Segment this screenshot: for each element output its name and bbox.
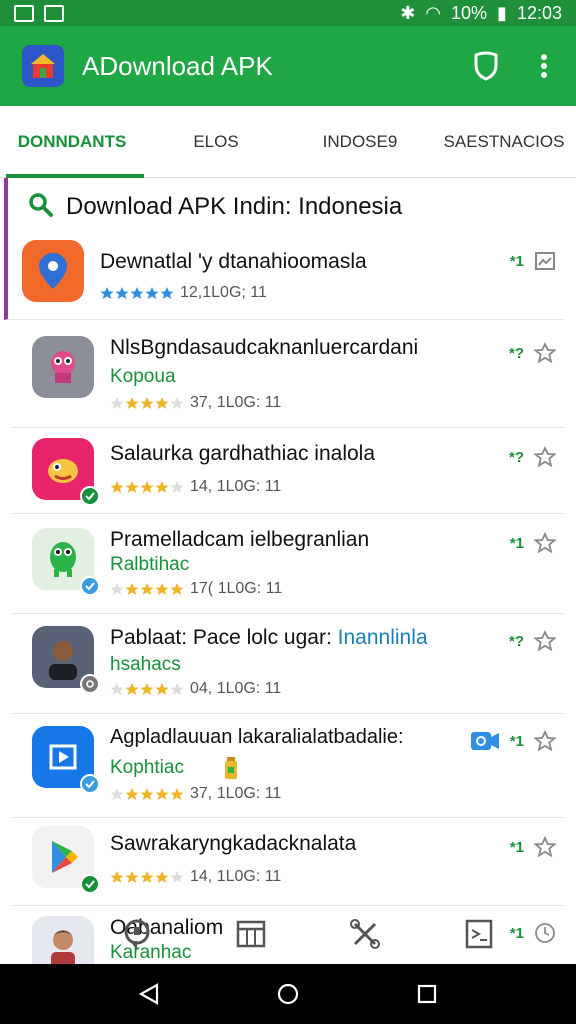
tab-indose[interactable]: INDOSE9 bbox=[288, 106, 432, 177]
app-icon-monster bbox=[32, 336, 94, 398]
star-outline-icon[interactable] bbox=[534, 342, 556, 364]
home-icon[interactable] bbox=[276, 982, 300, 1006]
app-name: Salaurka gardhathiac inalola bbox=[110, 442, 376, 465]
app-name-text: Pablaat: Pace lolc ugar: bbox=[110, 626, 332, 649]
rank-badge: *1 bbox=[509, 252, 524, 270]
list-item[interactable]: Pablaat: Pace lolc ugar: Inannlinla hsah… bbox=[12, 614, 564, 714]
status-bar: ✱ ◠ 10% ▮ 12:03 bbox=[0, 0, 576, 26]
app-thumbnail-icon[interactable] bbox=[534, 250, 556, 272]
app-name: Sawrakaryngkadacknalata bbox=[110, 832, 357, 855]
star-outline-icon[interactable] bbox=[534, 446, 556, 468]
list-item[interactable]: Dewnatlal 'y dtanahioomasla 12,1L0G; 11 … bbox=[4, 236, 564, 320]
app-icon-portrait bbox=[32, 626, 100, 694]
rank-badge: *? bbox=[509, 632, 524, 650]
app-name: Pramelladcam ielbegranlian bbox=[110, 528, 370, 551]
tab-downloads[interactable]: DONNDANTS bbox=[0, 106, 144, 178]
back-icon[interactable] bbox=[137, 982, 161, 1006]
list-item[interactable]: Agpladlauuan lakaralialatbadalie: Kophti… bbox=[12, 714, 564, 818]
more-options-icon[interactable] bbox=[528, 50, 560, 82]
app-name: Dewnatlal 'y dtanahioomasla bbox=[100, 250, 367, 273]
app-meta: 37, 1L0G: 11 bbox=[190, 394, 282, 411]
app-developer: Ralbtihac bbox=[110, 554, 190, 575]
nav-calendar-icon[interactable] bbox=[233, 916, 269, 952]
battery-icon: ▮ bbox=[497, 2, 507, 23]
app-logo-icon bbox=[22, 45, 64, 87]
verified-badge-icon bbox=[80, 674, 100, 694]
app-bar: ADownload APK bbox=[0, 26, 576, 106]
bottom-navigation bbox=[0, 904, 576, 964]
app-name: NlsBgndasaudcaknanluercardani bbox=[110, 336, 419, 359]
section-header: Download APK Indin: Indonesia bbox=[4, 178, 576, 236]
app-icon-game bbox=[32, 438, 100, 506]
wifi-icon: ◠ bbox=[425, 2, 442, 23]
recents-icon[interactable] bbox=[415, 982, 439, 1006]
verified-badge-icon bbox=[80, 774, 100, 794]
app-meta: 17( 1L0G: 11 bbox=[190, 580, 283, 597]
app-meta: 37, 1L0G: 11 bbox=[190, 785, 282, 802]
app-developer: hsahacs bbox=[110, 654, 181, 675]
bottle-icon bbox=[224, 757, 237, 779]
app-list: Dewnatlal 'y dtanahioomasla 12,1L0G; 11 … bbox=[0, 236, 576, 978]
rating-stars bbox=[110, 582, 184, 596]
star-outline-icon[interactable] bbox=[534, 836, 556, 858]
rank-badge: *1 bbox=[509, 534, 524, 552]
image-notification-icon bbox=[44, 4, 64, 22]
rating-stars bbox=[110, 480, 184, 494]
app-name: Pablaat: Pace lolc ugar: Inannlinla bbox=[110, 626, 552, 650]
nav-tools-icon[interactable] bbox=[347, 916, 383, 952]
verified-badge-icon bbox=[80, 874, 100, 894]
rank-badge: *? bbox=[509, 344, 524, 362]
bluetooth-icon: ✱ bbox=[400, 2, 416, 23]
star-outline-icon[interactable] bbox=[534, 730, 556, 752]
app-developer: Kopoua bbox=[110, 366, 176, 387]
rank-badge: *? bbox=[509, 448, 524, 466]
section-title: Download APK Indin: Indonesia bbox=[66, 193, 403, 220]
app-developer-text: Kophtiac bbox=[110, 757, 184, 778]
app-meta: 04, 1L0G: 11 bbox=[190, 680, 282, 697]
app-meta: 14, 1L0G: 11 bbox=[190, 478, 282, 495]
rating-stars bbox=[100, 286, 174, 300]
battery-level: 10% bbox=[451, 2, 488, 23]
app-icon-play bbox=[32, 726, 100, 794]
app-icon-play-store bbox=[32, 826, 100, 894]
nav-document-icon[interactable] bbox=[461, 916, 497, 952]
list-item[interactable]: Salaurka gardhathiac inalola 14, 1L0G: 1… bbox=[12, 428, 564, 514]
rating-stars bbox=[110, 682, 184, 696]
rank-badge: *1 bbox=[509, 838, 524, 856]
video-badge-icon[interactable] bbox=[470, 731, 500, 751]
tab-bar: DONNDANTS ELOS INDOSE9 SAESTNACIOS bbox=[0, 106, 576, 178]
star-outline-icon[interactable] bbox=[534, 630, 556, 652]
rating-stars bbox=[110, 787, 184, 801]
list-item[interactable]: Pramelladcam ielbegranlian Ralbtihac 17(… bbox=[12, 514, 564, 614]
app-icon-green-monster bbox=[32, 528, 100, 596]
app-developer: Kophtiac bbox=[110, 755, 552, 781]
nav-home-icon[interactable] bbox=[119, 916, 155, 952]
system-navigation-bar bbox=[0, 964, 576, 1024]
app-meta: 12,1L0G; 11 bbox=[180, 284, 267, 301]
app-icon-maps bbox=[22, 240, 84, 302]
verified-badge-icon bbox=[80, 486, 100, 506]
search-icon[interactable] bbox=[28, 192, 54, 223]
tab-saestnacios[interactable]: SAESTNACIOS bbox=[432, 106, 576, 177]
clock: 12:03 bbox=[516, 2, 562, 23]
app-meta: 14, 1L0G: 11 bbox=[190, 868, 282, 885]
tab-elos[interactable]: ELOS bbox=[144, 106, 288, 177]
verified-badge-icon bbox=[80, 576, 100, 596]
rating-stars bbox=[110, 870, 184, 884]
star-outline-icon[interactable] bbox=[534, 532, 556, 554]
list-item[interactable]: Sawrakaryngkadacknalata 14, 1L0G: 11 *1 bbox=[12, 818, 564, 906]
rank-badge: *1 bbox=[509, 732, 524, 750]
list-item[interactable]: NlsBgndasaudcaknanluercardani Kopoua 37,… bbox=[12, 320, 564, 428]
app-title: ADownload APK bbox=[82, 50, 273, 81]
screenshot-notification-icon bbox=[14, 4, 34, 22]
rating-stars bbox=[110, 396, 184, 410]
shield-icon[interactable] bbox=[470, 50, 502, 82]
app-name-highlight: Inannlinla bbox=[337, 626, 428, 649]
